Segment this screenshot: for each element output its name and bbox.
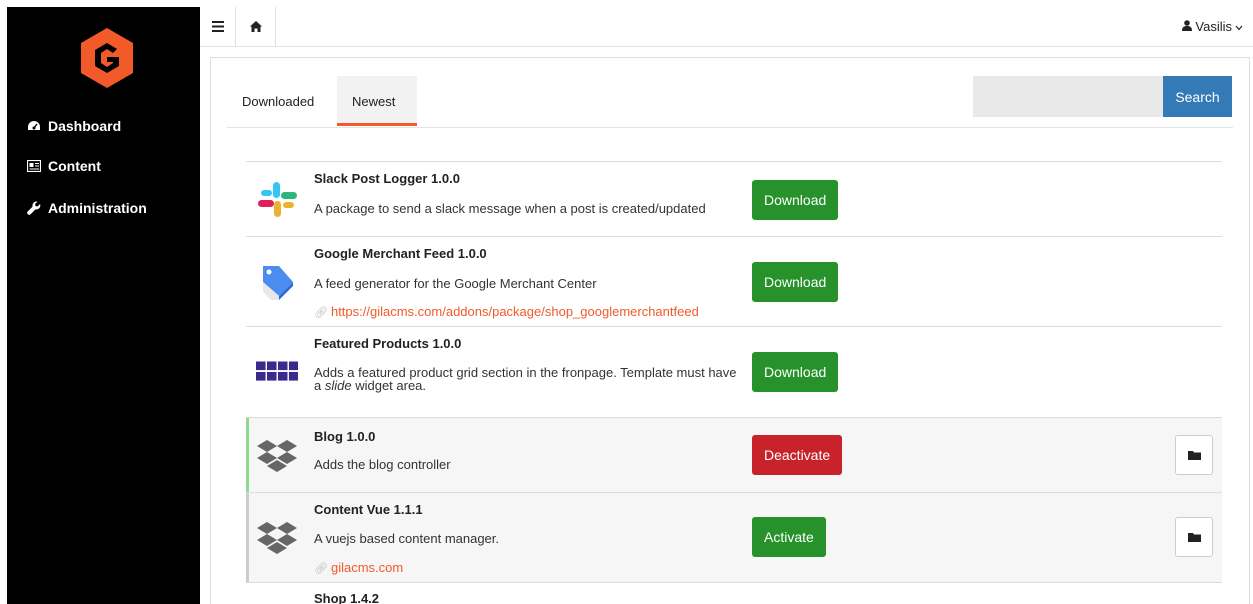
activate-button[interactable]: Activate — [752, 517, 826, 557]
tab-downloaded[interactable]: Downloaded — [242, 94, 314, 109]
topbar: Vasilis — [200, 7, 1253, 47]
package-description: A package to send a slack message when a… — [314, 201, 706, 216]
deactivate-button[interactable]: Deactivate — [752, 435, 843, 475]
folder-icon — [1187, 448, 1201, 463]
package-item: Content Vue 1.1.1 A vuejs based content … — [246, 492, 1222, 582]
search-input[interactable] — [973, 76, 1163, 117]
dropbox-icon — [256, 517, 298, 559]
hamburger-icon — [211, 20, 224, 35]
package-description: Adds the blog controller — [314, 457, 451, 472]
tab-newest[interactable]: Newest — [352, 94, 395, 109]
grid-icon — [256, 351, 298, 393]
sidebar-item-content[interactable]: Content — [27, 158, 101, 174]
package-link[interactable]: 🔗︎ https://gilacms.com/addons/package/sho… — [314, 304, 699, 319]
tabs-divider — [227, 127, 1233, 128]
user-menu[interactable]: Vasilis — [1182, 19, 1243, 34]
home-icon — [249, 20, 262, 35]
package-description-part: widget area. — [351, 378, 427, 393]
menu-toggle-button[interactable] — [200, 7, 236, 47]
open-folder-button[interactable] — [1175, 517, 1213, 557]
package-title: Featured Products 1.0.0 — [314, 336, 462, 351]
package-link-text: https://gilacms.com/addons/package/shop_… — [330, 304, 699, 319]
home-button[interactable] — [236, 7, 276, 47]
package-title: Blog 1.0.0 — [314, 429, 376, 444]
tachometer-icon — [27, 119, 41, 133]
sidebar: Dashboard Content Administration — [7, 7, 200, 604]
active-status-bar — [246, 418, 249, 492]
open-folder-button[interactable] — [1175, 435, 1213, 475]
sidebar-item-label: Content — [48, 158, 101, 174]
newspaper-icon — [27, 159, 41, 173]
user-name: Vasilis — [1195, 19, 1232, 34]
sidebar-item-administration[interactable]: Administration — [27, 200, 147, 216]
package-item: Shop 1.4.2 — [246, 582, 1222, 604]
package-item: Google Merchant Feed 1.0.0 A feed genera… — [246, 236, 1222, 326]
slack-icon — [256, 178, 298, 220]
link-icon: 🔗︎ — [314, 563, 328, 575]
inactive-status-bar — [246, 493, 249, 582]
wrench-icon — [27, 201, 41, 215]
package-item: Slack Post Logger 1.0.0 A package to sen… — [246, 161, 1222, 236]
package-item: Blog 1.0.0 Adds the blog controller Deac… — [246, 417, 1222, 492]
package-title: Google Merchant Feed 1.0.0 — [314, 246, 487, 261]
sidebar-item-label: Administration — [48, 200, 147, 216]
user-icon — [1182, 19, 1193, 34]
package-title: Content Vue 1.1.1 — [314, 502, 423, 517]
package-title: Shop 1.4.2 — [314, 591, 380, 604]
download-button[interactable]: Download — [752, 352, 839, 392]
package-manager-panel: Downloaded Newest Search Slack Post Logg… — [210, 57, 1250, 604]
dropbox-icon — [256, 435, 298, 477]
package-description-emphasis: slide — [324, 378, 352, 393]
package-description: A feed generator for the Google Merchant… — [314, 276, 597, 291]
active-tab-indicator — [337, 123, 417, 126]
tag-icon — [256, 261, 298, 303]
package-title: Slack Post Logger 1.0.0 — [314, 171, 460, 186]
package-description: A vuejs based content manager. — [314, 531, 500, 546]
gila-logo-icon[interactable] — [79, 27, 135, 89]
chevron-down-icon — [1235, 19, 1243, 34]
package-item: Featured Products 1.0.0 Adds a featured … — [246, 326, 1222, 417]
sidebar-item-dashboard[interactable]: Dashboard — [27, 118, 121, 134]
package-description: Adds a featured product grid section in … — [314, 366, 744, 392]
package-link[interactable]: 🔗︎ gilacms.com — [314, 560, 403, 575]
package-link-text: gilacms.com — [330, 560, 404, 575]
download-button[interactable]: Download — [752, 180, 839, 220]
sidebar-item-label: Dashboard — [48, 118, 122, 134]
search-button[interactable]: Search — [1163, 76, 1232, 117]
download-button[interactable]: Download — [752, 262, 839, 302]
link-icon: 🔗︎ — [314, 307, 328, 319]
folder-icon — [1187, 530, 1201, 545]
